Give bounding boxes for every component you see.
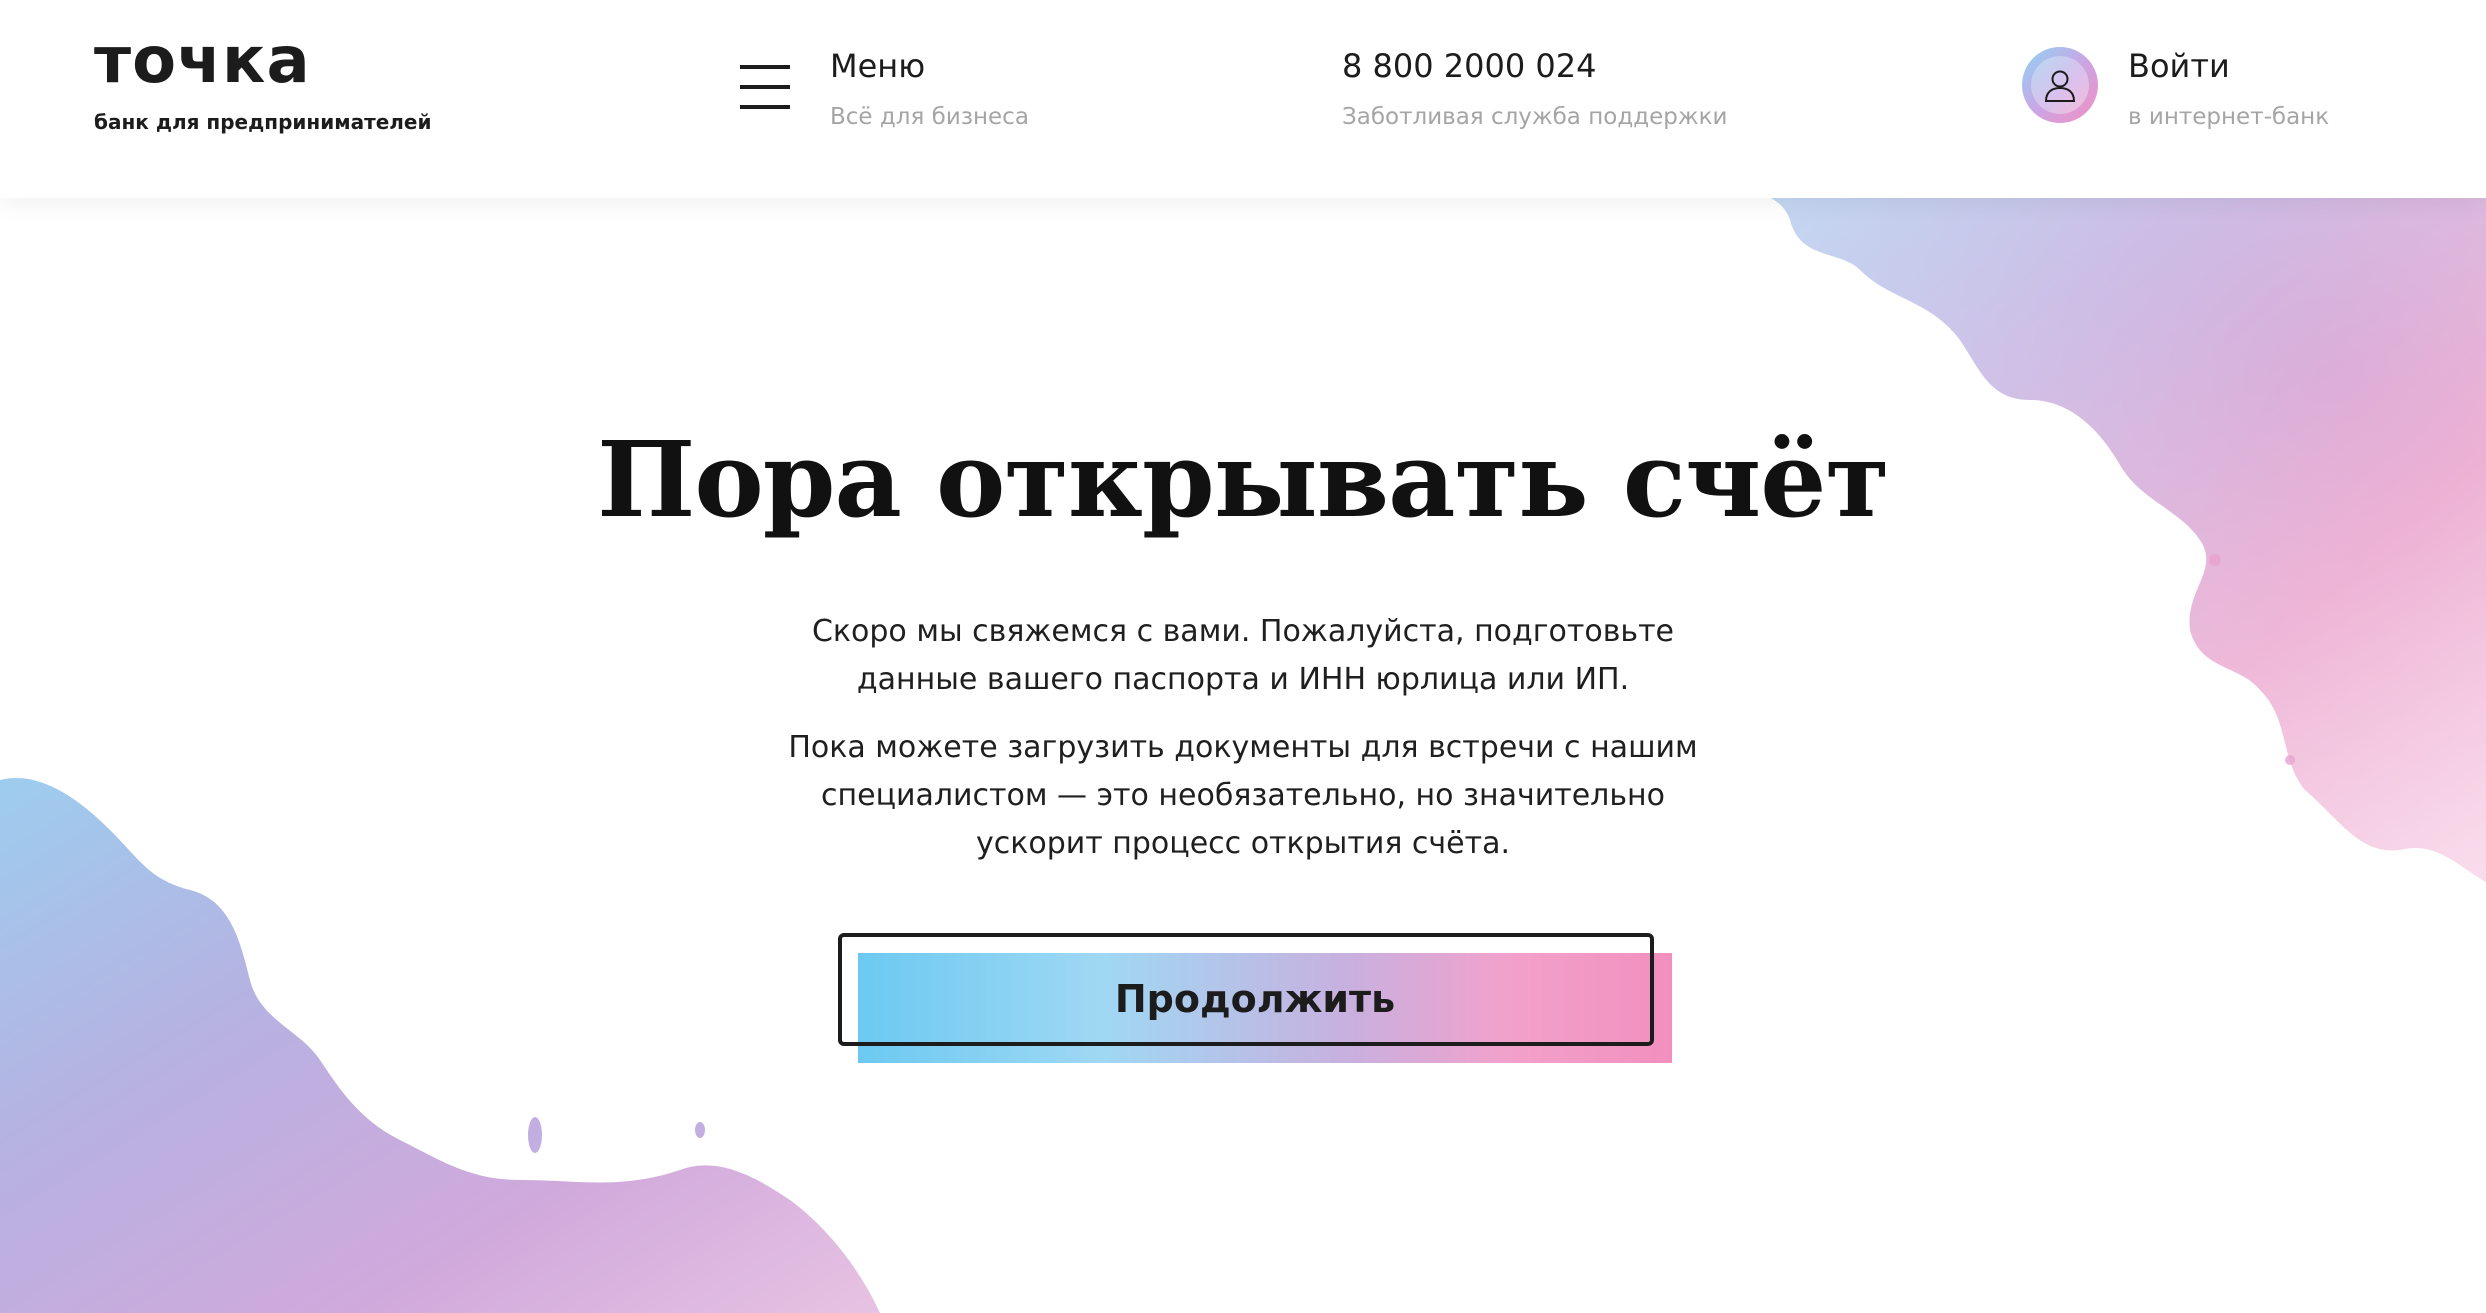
menu-text: Меню Всё для бизнеса (830, 40, 1029, 134)
support-phone-link[interactable]: 8 800 2000 024 (1342, 40, 1727, 92)
login-button[interactable]: Войти в интернет-банк (2022, 40, 2329, 134)
logo-wordmark: точка (94, 24, 311, 98)
page-title: Пора открывать счёт (597, 417, 1890, 541)
logo[interactable]: точка банк для предпринимателей (94, 26, 431, 134)
hero-description: Скоро мы свяжемся с вами. Пожалуйста, по… (760, 608, 1726, 868)
login-title[interactable]: Войти (2128, 40, 2329, 92)
continue-button[interactable]: Продолжить (838, 933, 1654, 1046)
continue-button-wrap: Продолжить (838, 933, 1672, 1063)
page: точка банк для предпринимателей Меню Всё… (0, 0, 2486, 1313)
login-text: Войти в интернет-банк (2128, 40, 2329, 134)
site-header: точка банк для предпринимателей Меню Всё… (0, 0, 2486, 198)
support-phone-subtitle: Заботливая служба поддержки (1342, 104, 1728, 130)
logo-tagline: банк для предпринимателей (94, 110, 432, 134)
hero-paragraph-contact: Скоро мы свяжемся с вами. Пожалуйста, по… (811, 614, 1675, 697)
user-avatar-icon[interactable] (2022, 47, 2098, 123)
menu-title[interactable]: Меню (830, 40, 1029, 92)
login-subtitle: в интернет-банк (2128, 104, 2330, 130)
menu-subtitle: Всё для бизнеса (830, 104, 1029, 130)
support-phone-block: 8 800 2000 024 Заботливая служба поддерж… (1342, 40, 1727, 134)
burger-icon[interactable] (740, 65, 790, 109)
menu-button[interactable]: Меню Всё для бизнеса (740, 40, 1029, 134)
hero-paragraph-documents: Пока можете загрузить документы для встр… (788, 730, 1698, 861)
